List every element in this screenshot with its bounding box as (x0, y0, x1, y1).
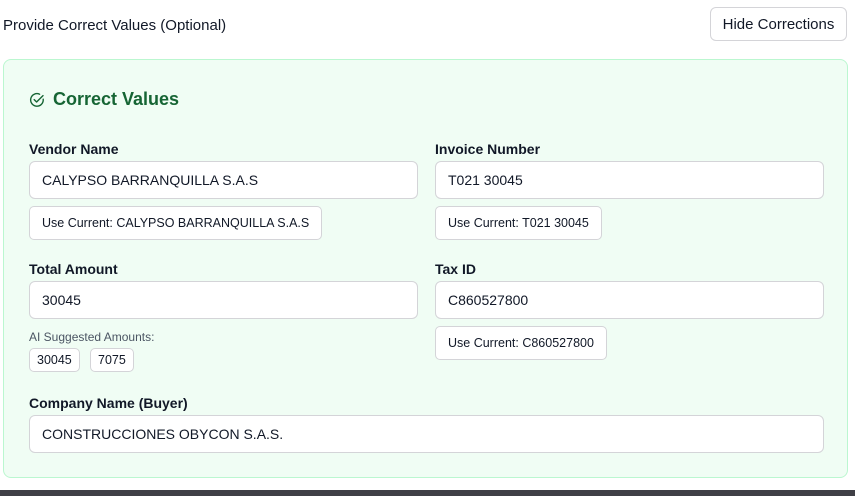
invoice-number-input[interactable]: T021 30045 (435, 161, 824, 199)
total-amount-input[interactable]: 30045 (29, 281, 418, 319)
correct-values-panel: Correct Values Vendor Name CALYPSO BARRA… (3, 59, 848, 478)
tax-id-label: Tax ID (435, 261, 476, 277)
company-name-label: Company Name (Buyer) (29, 395, 188, 411)
ai-suggestion-chip[interactable]: 7075 (90, 348, 134, 372)
use-current-invoice-button[interactable]: Use Current: T021 30045 (435, 206, 602, 240)
use-current-vendor-button[interactable]: Use Current: CALYPSO BARRANQUILLA S.A.S (29, 206, 323, 240)
bottom-edge-strip (0, 490, 855, 496)
ai-suggested-label: AI Suggested Amounts: (29, 330, 155, 344)
circle-check-icon (29, 92, 45, 108)
company-name-input[interactable]: CONSTRUCCIONES OBYCON S.A.S. (29, 415, 824, 453)
vendor-name-label: Vendor Name (29, 141, 119, 157)
panel-header: Correct Values (29, 89, 179, 110)
hide-corrections-button[interactable]: Hide Corrections (710, 7, 847, 41)
ai-suggestion-chip[interactable]: 30045 (29, 348, 80, 372)
tax-id-input[interactable]: C860527800 (435, 281, 824, 319)
panel-title: Correct Values (53, 89, 180, 109)
section-title: Provide Correct Values (Optional) (3, 17, 227, 34)
invoice-number-label: Invoice Number (435, 141, 541, 157)
total-amount-label: Total Amount (29, 261, 118, 277)
use-current-tax-id-button[interactable]: Use Current: C860527800 (435, 326, 607, 360)
vendor-name-input[interactable]: CALYPSO BARRANQUILLA S.A.S (29, 161, 418, 199)
